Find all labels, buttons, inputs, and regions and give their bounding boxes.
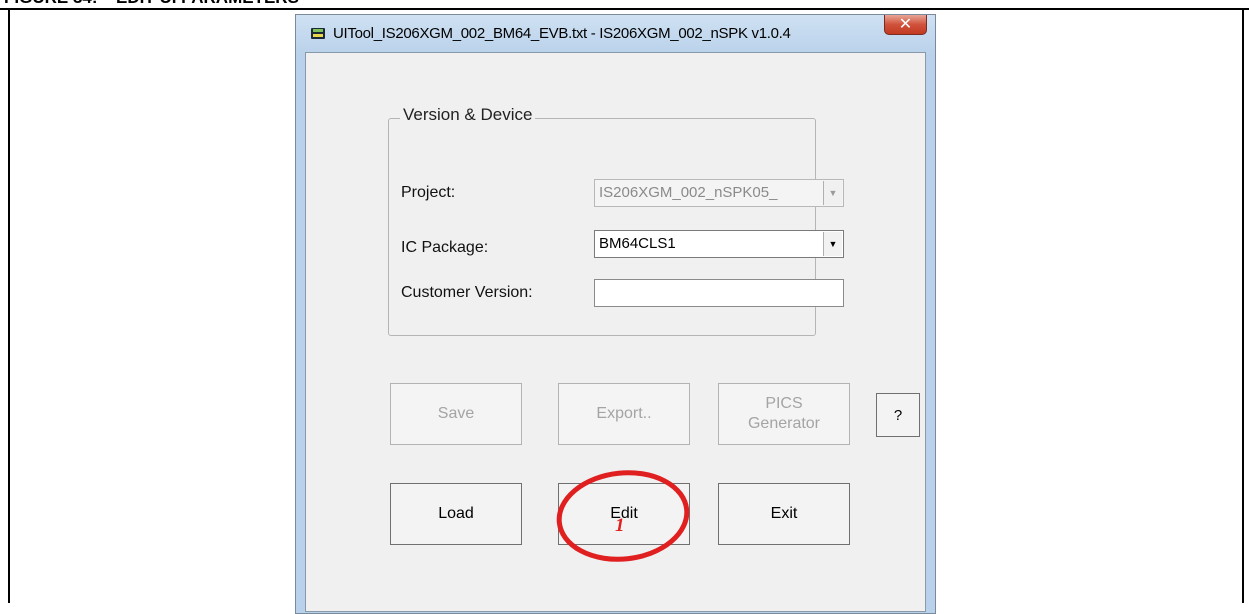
title-bar[interactable]: UITool_IS206XGM_002_BM64_EVB.txt - IS206… (296, 14, 935, 55)
export-button[interactable]: Export.. (558, 383, 690, 445)
pics-generator-button[interactable]: PICS Generator (718, 383, 850, 445)
help-button[interactable]: ? (876, 393, 920, 437)
ic-package-label: IC Package: (401, 239, 489, 256)
save-button[interactable]: Save (390, 383, 522, 445)
ic-package-combobox[interactable]: BM64CLS1 ▼ (594, 230, 844, 258)
close-icon: ✕ (898, 14, 913, 33)
figure-title: EDIT UI PARAMETERS (116, 0, 299, 8)
close-button[interactable]: ✕ (884, 14, 927, 35)
load-button[interactable]: Load (390, 483, 522, 545)
ic-package-value: BM64CLS1 (599, 235, 676, 252)
annotation-step-number: 1 (615, 515, 625, 536)
chevron-down-icon: ▼ (823, 181, 842, 205)
window-title: UITool_IS206XGM_002_BM64_EVB.txt - IS206… (333, 25, 791, 42)
exit-button[interactable]: Exit (718, 483, 850, 545)
project-combobox: IS206XGM_002_nSPK05_ ▼ (594, 179, 844, 207)
customer-version-label: Customer Version: (401, 284, 533, 301)
chevron-down-icon[interactable]: ▼ (823, 232, 842, 256)
app-icon (311, 28, 325, 39)
pics-generator-line2: Generator (747, 415, 821, 432)
figure-label: FIGURE 34: (4, 0, 98, 8)
figure-caption: FIGURE 34: EDIT UI PARAMETERS (0, 0, 1249, 8)
groupbox-legend: Version & Device (400, 105, 536, 125)
project-label: Project: (401, 184, 456, 201)
customer-version-input[interactable] (594, 279, 844, 307)
pics-generator-line1: PICS (765, 395, 803, 412)
project-value: IS206XGM_002_nSPK05_ (599, 184, 778, 201)
